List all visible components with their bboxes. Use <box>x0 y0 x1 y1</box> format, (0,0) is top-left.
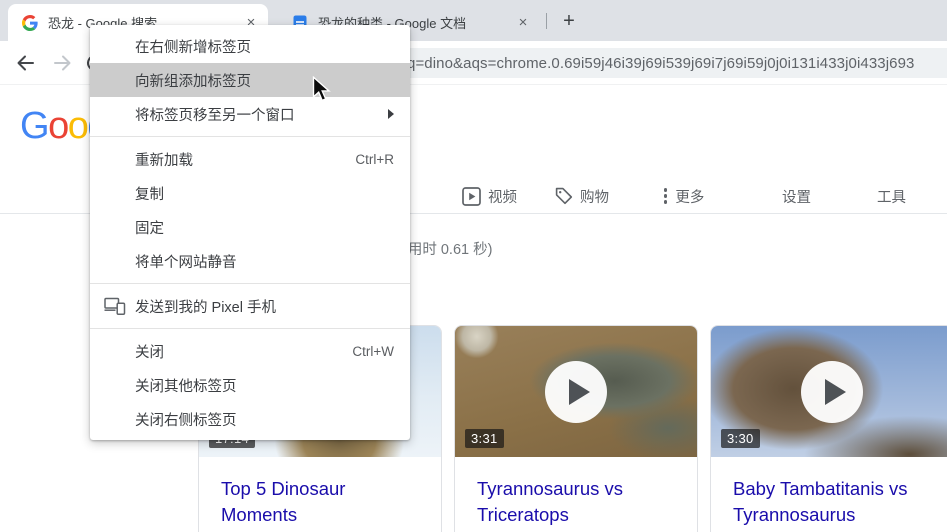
nav-item-label: 视频 <box>488 189 517 206</box>
menu-item-label: 将标签页移至另一个窗口 <box>135 107 295 124</box>
menu-item-label: 固定 <box>135 220 164 237</box>
menu-item[interactable]: 将单个网站静音 <box>90 244 410 278</box>
nav-item-3[interactable]: 更多 <box>664 185 704 207</box>
menu-item-label: 在右侧新增标签页 <box>135 39 251 56</box>
google-g-icon <box>22 14 38 31</box>
video-title-link[interactable]: Tyrannosaurus vs Triceratops <box>455 457 697 528</box>
menu-divider <box>90 136 410 137</box>
back-icon[interactable] <box>14 52 36 74</box>
menu-item[interactable]: 固定 <box>90 210 410 244</box>
menu-item-shortcut: Ctrl+R <box>355 151 394 167</box>
nav-item-5[interactable]: 工具 <box>877 185 906 207</box>
menu-item-label: 复制 <box>135 186 164 203</box>
forward-icon[interactable] <box>52 52 74 74</box>
menu-item-label: 重新加载 <box>135 152 193 169</box>
menu-item-label: 关闭其他标签页 <box>135 378 237 395</box>
shopping-tag-icon <box>555 187 573 205</box>
google-logo-letter: G <box>20 105 50 147</box>
video-thumbnail[interactable]: 3:30 <box>711 326 947 457</box>
video-card[interactable]: 3:31 Tyrannosaurus vs Triceratops <box>454 325 698 532</box>
new-tab-button[interactable]: + <box>556 8 582 34</box>
menu-item-label: 关闭 <box>135 344 164 361</box>
nav-item-label: 更多 <box>675 189 705 206</box>
video-title-link[interactable]: Top 5 Dinosaur Moments <box>199 457 441 528</box>
menu-item[interactable]: 重新加载 Ctrl+R <box>90 142 410 176</box>
menu-item[interactable]: 关闭右侧标签页 <box>90 402 410 436</box>
nav-item-label: 工具 <box>877 189 906 206</box>
tab-context-menu: 在右侧新增标签页 向新组添加标签页将标签页移至另一个窗口 重新加载 Ctrl+R 复制固… <box>90 25 410 440</box>
browser-window: 恐龙 - Google 搜索 × 恐龙的种类 - Google 文档 × + q… <box>0 0 947 532</box>
menu-item-label: 将单个网站静音 <box>135 254 237 271</box>
nav-item-label: 设置 <box>782 189 811 206</box>
url-text[interactable]: q=dino&aqs=chrome.0.69i59j46i39j69i539j6… <box>407 55 915 72</box>
google-logo-letter: o <box>48 105 69 147</box>
menu-divider <box>90 283 410 284</box>
menu-item[interactable]: 在右侧新增标签页 <box>90 29 410 63</box>
video-card[interactable]: 3:30 Baby Tambatitanis vs Tyrannosaurus <box>710 325 947 532</box>
tab-close-icon[interactable]: × <box>514 14 532 32</box>
menu-divider <box>90 328 410 329</box>
menu-item[interactable]: 向新组添加标签页 <box>90 63 410 97</box>
nav-item-2[interactable]: 购物 <box>555 185 609 207</box>
video-duration-badge: 3:31 <box>465 429 504 448</box>
nav-item-label: 购物 <box>580 189 609 206</box>
search-stats: (用时 0.61 秒) <box>403 242 493 258</box>
play-button-icon[interactable] <box>801 360 863 423</box>
video-icon <box>462 186 481 206</box>
menu-item-label: 关闭右侧标签页 <box>135 412 237 429</box>
menu-item-shortcut: Ctrl+W <box>352 343 394 359</box>
tab-separator <box>546 13 547 29</box>
menu-item[interactable]: 关闭 Ctrl+W <box>90 334 410 368</box>
menu-item[interactable]: 发送到我的 Pixel 手机 <box>90 289 410 323</box>
video-title-link[interactable]: Baby Tambatitanis vs Tyrannosaurus <box>711 457 947 528</box>
video-duration-badge: 3:30 <box>721 429 760 448</box>
nav-item-1[interactable]: 视频 <box>462 185 517 207</box>
more-vert-icon <box>664 188 668 204</box>
menu-item[interactable]: 关闭其他标签页 <box>90 368 410 402</box>
nav-item-4[interactable]: 设置 <box>782 185 811 207</box>
play-button-icon[interactable] <box>545 360 607 423</box>
devices-icon <box>104 297 126 315</box>
menu-item-label: 向新组添加标签页 <box>135 73 251 90</box>
submenu-arrow-icon <box>388 109 394 119</box>
google-logo-letter: o <box>67 105 89 147</box>
video-thumbnail[interactable]: 3:31 <box>455 326 697 457</box>
menu-item[interactable]: 复制 <box>90 176 410 210</box>
menu-item-label: 发送到我的 Pixel 手机 <box>135 299 276 316</box>
menu-item[interactable]: 将标签页移至另一个窗口 <box>90 97 410 131</box>
